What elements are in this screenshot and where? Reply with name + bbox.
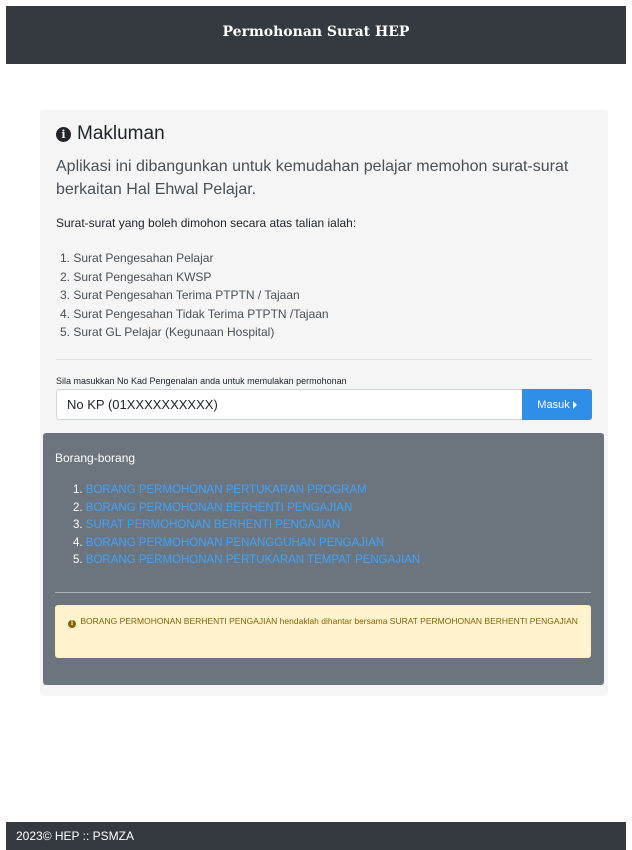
letter-list: 1. Surat Pengesahan Pelajar 2. Surat Pen…: [60, 249, 329, 342]
info-circle-icon: i: [68, 620, 76, 628]
form-number: 4.: [73, 536, 83, 549]
forms-title: Borang-borang: [55, 451, 136, 465]
footer: 2023© HEP :: PSMZA: [6, 822, 626, 850]
list-item: 3. SURAT PERMOHONAN BERHENTI PENGAJIAN: [73, 517, 420, 535]
list-item: 3. Surat Pengesahan Terima PTPTN / Tajaa…: [60, 288, 300, 302]
divider: [55, 592, 591, 593]
ic-input-group: Masuk: [56, 389, 592, 420]
list-item: 5. BORANG PERMOHONAN PERTUKARAN TEMPAT P…: [73, 552, 420, 570]
form-link-tempat-pengajian[interactable]: BORANG PERMOHONAN PERTUKARAN TEMPAT PENG…: [86, 554, 420, 566]
masuk-button[interactable]: Masuk: [522, 389, 592, 420]
top-navbar: Permohonan Surat HEP: [6, 6, 626, 64]
form-link-berhenti-pengajian[interactable]: BORANG PERMOHONAN BERHENTI PENGAJIAN: [86, 502, 352, 514]
form-link-penangguhan[interactable]: BORANG PERMOHONAN PENANGGUHAN PENGAJIAN: [86, 537, 384, 549]
warning-alert: i BORANG PERMOHONAN BERHENTI PENGAJIAN h…: [55, 605, 591, 658]
list-item: 2. BORANG PERMOHONAN BERHENTI PENGAJIAN: [73, 500, 420, 518]
list-item: 1. BORANG PERMOHONAN PERTUKARAN PROGRAM: [73, 482, 420, 500]
page-title: Permohonan Surat HEP: [222, 24, 410, 40]
notice-subtitle: Surat-surat yang boleh dimohon secara at…: [56, 216, 357, 230]
form-number: 3.: [73, 519, 83, 531]
form-number: 2.: [73, 501, 83, 514]
info-circle-icon: i: [56, 126, 71, 142]
list-item: 1. Surat Pengesahan Pelajar: [60, 251, 214, 265]
forms-card: Borang-borang 1. BORANG PERMOHONAN PERTU…: [43, 433, 604, 685]
notice-title-text: Makluman: [77, 123, 165, 144]
list-item: 4. Surat Pengesahan Tidak Terima PTPTN /…: [60, 306, 329, 321]
caret-right-icon: [572, 400, 577, 409]
list-item: 2. Surat Pengesahan KWSP: [60, 269, 212, 284]
notice-lead: Aplikasi ini dibangunkan untuk kemudahan…: [56, 158, 569, 198]
ic-number-input[interactable]: [56, 389, 522, 420]
list-item: 4. BORANG PERMOHONAN PENANGGUHAN PENGAJI…: [73, 535, 420, 553]
form-number: 5.: [73, 554, 83, 566]
forms-list: 1. BORANG PERMOHONAN PERTUKARAN PROGRAM …: [73, 482, 420, 570]
masuk-button-label: Masuk: [537, 398, 570, 411]
warning-text: BORANG PERMOHONAN BERHENTI PENGAJIAN hen…: [80, 616, 578, 626]
main-panel: i Makluman Aplikasi ini dibangunkan untu…: [40, 110, 608, 696]
divider: [56, 359, 592, 360]
footer-text: 2023© HEP :: PSMZA: [16, 829, 135, 843]
form-link-surat-berhenti[interactable]: SURAT PERMOHONAN BERHENTI PENGAJIAN: [86, 519, 341, 531]
form-link-pertukaran-program[interactable]: BORANG PERMOHONAN PERTUKARAN PROGRAM: [86, 484, 367, 496]
list-item: 5. Surat GL Pelajar (Kegunaan Hospital): [60, 325, 275, 339]
notice-heading: i Makluman: [56, 123, 165, 145]
form-number: 1.: [73, 484, 83, 496]
ic-input-label: Sila masukkan No Kad Pengenalan anda unt…: [56, 376, 347, 386]
